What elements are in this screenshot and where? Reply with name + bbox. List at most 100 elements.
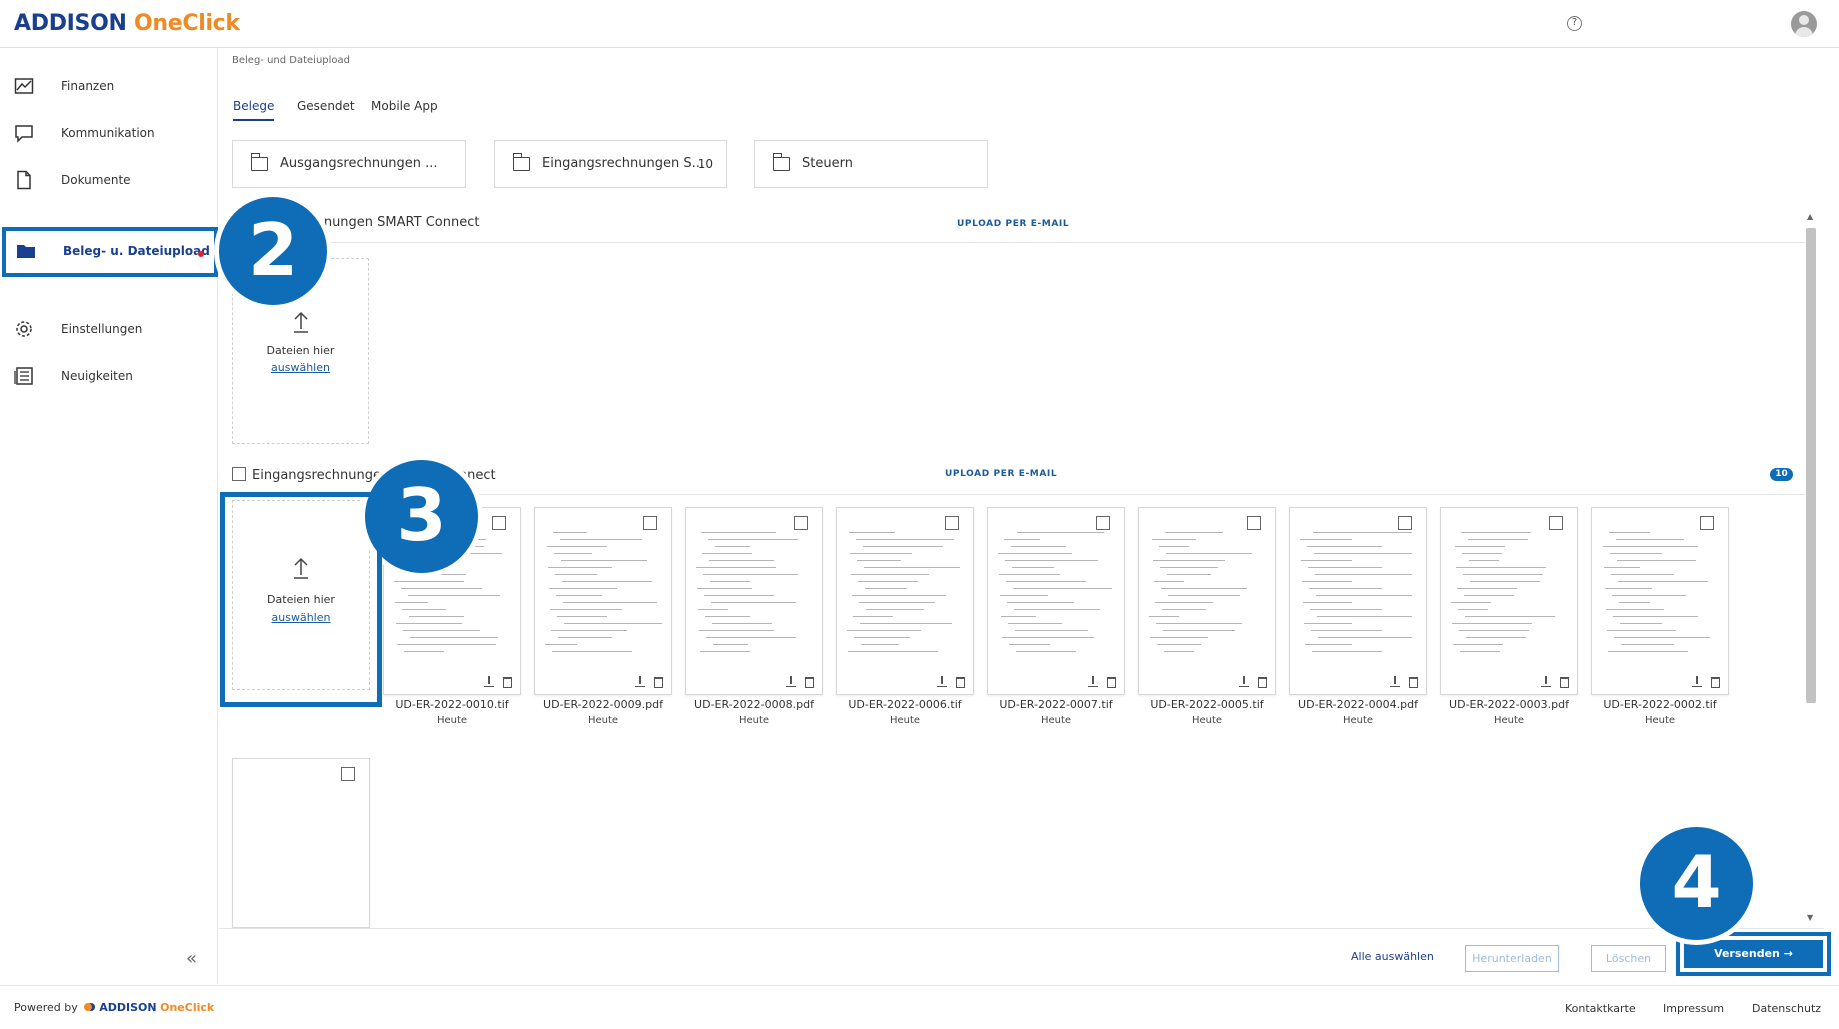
trash-icon[interactable]	[503, 677, 512, 688]
doc-line	[1167, 574, 1211, 575]
scroll-down-icon[interactable]: ▼	[1807, 913, 1813, 922]
footer-brand-addison: ADDISON	[99, 1001, 157, 1014]
upload-per-email-link[interactable]: UPLOAD PER E-MAIL	[945, 469, 1057, 479]
doc-line	[395, 602, 428, 603]
file-checkbox[interactable]	[1700, 516, 1714, 530]
doc-line	[700, 651, 750, 652]
trash-icon[interactable]	[1107, 677, 1116, 688]
file-card[interactable]	[534, 507, 672, 695]
doc-line	[713, 644, 748, 645]
document-thumbnail	[696, 518, 806, 668]
footer-link-impressum[interactable]: Impressum	[1663, 1002, 1724, 1015]
select-all-link[interactable]: Alle auswählen	[1351, 950, 1434, 963]
scrollbar-thumb[interactable]	[1806, 228, 1816, 703]
tab-gesendet[interactable]: Gesendet	[297, 99, 355, 113]
avatar[interactable]	[1791, 11, 1817, 37]
news-icon	[14, 367, 33, 385]
file-card[interactable]	[232, 758, 370, 928]
file-card[interactable]	[685, 507, 823, 695]
file-checkbox[interactable]	[794, 516, 808, 530]
sidebar-item-kommunikation[interactable]: Kommunikation	[0, 109, 218, 159]
select-section-checkbox[interactable]	[232, 467, 246, 481]
doc-line	[861, 644, 899, 645]
trash-icon[interactable]	[1409, 677, 1418, 688]
file-card[interactable]	[836, 507, 974, 695]
file-checkbox[interactable]	[492, 516, 506, 530]
file-checkbox[interactable]	[1549, 516, 1563, 530]
action-bar: Alle auswählen Herunterladen Löschen	[219, 928, 1824, 984]
help-icon[interactable]: ?	[1567, 16, 1582, 31]
file-card[interactable]	[1138, 507, 1276, 695]
doc-line	[858, 581, 918, 582]
tab-belege[interactable]: Belege	[233, 99, 275, 121]
download-icon[interactable]	[1390, 676, 1400, 687]
download-icon[interactable]	[484, 676, 494, 687]
download-icon[interactable]	[786, 676, 796, 687]
file-card[interactable]	[1591, 507, 1729, 695]
doc-line	[1463, 574, 1543, 575]
doc-line	[408, 595, 500, 596]
file-date: Heute	[1493, 715, 1525, 726]
doc-line	[1620, 623, 1662, 624]
doc-line	[1613, 616, 1698, 617]
file-checkbox[interactable]	[1398, 516, 1412, 530]
sidebar-item-dokumente[interactable]: Dokumente	[0, 156, 218, 206]
trash-icon[interactable]	[1711, 677, 1720, 688]
file-card[interactable]	[987, 507, 1125, 695]
sidebar-item-finanzen[interactable]: Finanzen	[0, 62, 218, 112]
file-name: UD-ER-2022-0004.pdf	[1298, 698, 1418, 711]
doc-line	[1308, 567, 1382, 568]
trash-icon[interactable]	[956, 677, 965, 688]
doc-line	[552, 651, 632, 652]
scroll-up-icon[interactable]: ▲	[1807, 212, 1813, 221]
download-icon[interactable]	[1239, 676, 1249, 687]
upload-per-email-link[interactable]: UPLOAD PER E-MAIL	[957, 219, 1069, 229]
folder-count: 10	[697, 157, 713, 171]
doc-line	[859, 602, 935, 603]
download-icon[interactable]	[937, 676, 947, 687]
tab-mobile-app[interactable]: Mobile App	[371, 99, 438, 113]
file-checkbox[interactable]	[643, 516, 657, 530]
doc-line	[551, 630, 627, 631]
file-card[interactable]	[1440, 507, 1578, 695]
delete-button[interactable]: Löschen	[1591, 945, 1666, 972]
file-checkbox[interactable]	[1247, 516, 1261, 530]
select-files-link[interactable]: auswählen	[233, 361, 368, 374]
doc-line	[1609, 532, 1650, 533]
download-icon[interactable]	[1088, 676, 1098, 687]
file-checkbox[interactable]	[341, 767, 355, 781]
file-name: UD-ER-2022-0002.tif	[1603, 698, 1717, 711]
trash-icon[interactable]	[654, 677, 663, 688]
folder-ausgangsrechnungen[interactable]: Ausgangsrechnungen ...	[232, 140, 466, 188]
app-logo[interactable]: ADDISON OneClick	[14, 11, 240, 36]
sidebar-item-neuigkeiten[interactable]: Neuigkeiten	[0, 352, 218, 402]
footer: Powered by ADDISON OneClick Kontaktkarte…	[0, 985, 1839, 1029]
file-checkbox[interactable]	[1096, 516, 1110, 530]
sidebar-item-einstellungen[interactable]: Einstellungen	[0, 305, 218, 355]
download-button[interactable]: Herunterladen	[1465, 945, 1559, 972]
folder-steuern[interactable]: Steuern	[754, 140, 988, 188]
doc-line	[1607, 630, 1676, 631]
doc-line	[1163, 630, 1235, 631]
doc-line	[1012, 567, 1054, 568]
file-checkbox[interactable]	[945, 516, 959, 530]
collapse-sidebar-icon[interactable]: «	[186, 948, 197, 969]
sidebar-item-belegupload[interactable]: Beleg- u. Dateiupload	[2, 227, 218, 277]
trash-icon[interactable]	[805, 677, 814, 688]
trash-icon[interactable]	[1258, 677, 1267, 688]
folder-eingangsrechnungen[interactable]: Eingangsrechnungen S... 10	[494, 140, 727, 188]
doc-line	[704, 595, 774, 596]
download-icon[interactable]	[1692, 676, 1702, 687]
doc-line	[1149, 616, 1179, 617]
doc-line	[401, 588, 482, 589]
folder-label: Eingangsrechnungen S...	[542, 156, 704, 171]
trash-icon[interactable]	[1560, 677, 1569, 688]
doc-line	[1016, 651, 1076, 652]
footer-link-datenschutz[interactable]: Datenschutz	[1752, 1002, 1821, 1015]
download-icon[interactable]	[1541, 676, 1551, 687]
footer-link-kontaktkarte[interactable]: Kontaktkarte	[1565, 1002, 1636, 1015]
download-icon[interactable]	[635, 676, 645, 687]
doc-line	[1618, 581, 1708, 582]
file-card[interactable]	[1289, 507, 1427, 695]
doc-line	[1004, 539, 1040, 540]
